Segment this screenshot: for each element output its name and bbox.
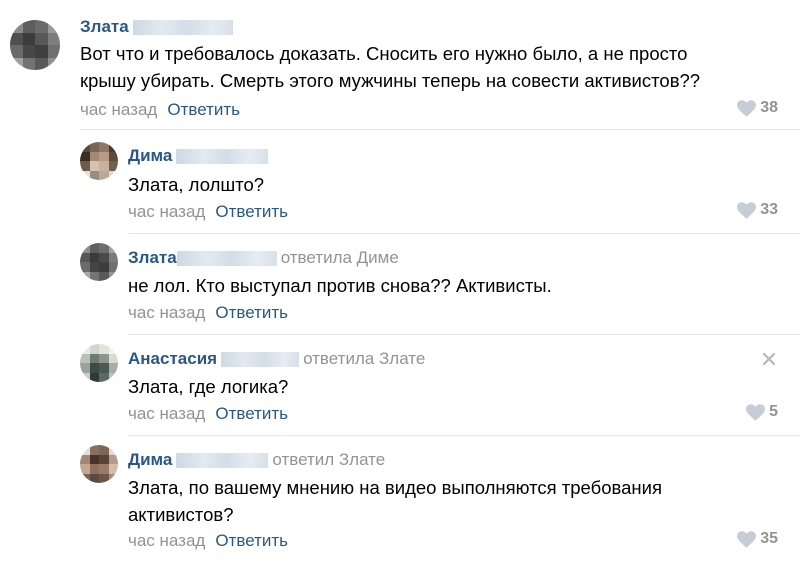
author-surname-blurred bbox=[176, 149, 269, 165]
like-button[interactable]: 35 bbox=[737, 530, 778, 548]
author-name[interactable]: Злата bbox=[128, 248, 177, 267]
comment-meta: час назад Ответить bbox=[80, 100, 240, 120]
comment-author[interactable]: Дима ответил Злате bbox=[128, 450, 385, 470]
reply-button[interactable]: Ответить bbox=[215, 531, 288, 550]
author-name[interactable]: Дима bbox=[128, 450, 172, 469]
like-button[interactable]: 38 bbox=[737, 99, 778, 117]
comment-text-line: Злата, лолшто? bbox=[128, 174, 265, 195]
comment-reply: Дима Злата, лолшто? час назад Ответить 33 bbox=[0, 130, 800, 234]
author-name[interactable]: Злата bbox=[80, 17, 129, 36]
comment-text: не лол. Кто выступал против снова?? Акти… bbox=[128, 272, 552, 299]
comment-reply: Анастасия ответила Злате Злата, где логик… bbox=[0, 336, 800, 436]
like-count: 35 bbox=[760, 530, 778, 547]
avatar[interactable] bbox=[80, 344, 118, 382]
close-icon[interactable] bbox=[762, 352, 776, 366]
like-count: 5 bbox=[769, 403, 778, 420]
reply-button[interactable]: Ответить bbox=[215, 404, 288, 423]
comment-author[interactable]: Дима bbox=[128, 146, 269, 166]
replied-to[interactable]: ответила Диме bbox=[281, 248, 399, 267]
heart-icon bbox=[737, 201, 757, 219]
author-name[interactable]: Анастасия bbox=[128, 349, 217, 368]
comment-author[interactable]: Анастасия ответила Злате bbox=[128, 349, 425, 369]
like-count: 33 bbox=[760, 201, 778, 218]
replied-to[interactable]: ответил Злате bbox=[272, 450, 385, 469]
author-surname-blurred bbox=[132, 20, 233, 36]
comment-text: Злата, где логика? bbox=[128, 373, 288, 400]
comment-time[interactable]: час назад bbox=[128, 404, 205, 423]
like-count: 38 bbox=[760, 99, 778, 116]
comment-text-line: активистов? bbox=[128, 504, 234, 525]
comment-text-line: Вот что и требовалось доказать. Сносить … bbox=[80, 43, 688, 64]
comment-meta: час назад Ответить bbox=[128, 202, 288, 222]
heart-icon bbox=[737, 530, 757, 548]
separator bbox=[128, 435, 800, 436]
comment-text-line: крышу убирать. Смерть этого мужчины тепе… bbox=[80, 70, 701, 91]
comment-text: Вот что и требовалось доказать. Сносить … bbox=[80, 40, 700, 94]
separator bbox=[128, 334, 800, 335]
author-surname-blurred bbox=[176, 453, 269, 469]
comment-meta: час назад Ответить bbox=[128, 303, 288, 323]
avatar[interactable] bbox=[10, 20, 60, 70]
comment-text-line: не лол. Кто выступал против снова?? Акти… bbox=[128, 275, 552, 296]
separator bbox=[128, 233, 800, 234]
author-name[interactable]: Дима bbox=[128, 146, 172, 165]
comment-time[interactable]: час назад bbox=[128, 303, 205, 322]
author-surname-blurred bbox=[221, 352, 300, 368]
comment-author[interactable]: Злата bbox=[80, 17, 233, 37]
comment: Злата Вот что и требовалось доказать. Сн… bbox=[0, 0, 800, 130]
comment-text: Злата, по вашему мнению на видео выполня… bbox=[128, 474, 662, 528]
comment-time[interactable]: час назад bbox=[80, 100, 157, 119]
comment-time[interactable]: час назад bbox=[128, 531, 205, 550]
comment-meta: час назад Ответить bbox=[128, 404, 288, 424]
avatar[interactable] bbox=[80, 445, 118, 483]
reply-button[interactable]: Ответить bbox=[215, 202, 288, 221]
heart-icon bbox=[746, 403, 766, 421]
heart-icon bbox=[737, 99, 757, 117]
reply-button[interactable]: Ответить bbox=[167, 100, 240, 119]
avatar[interactable] bbox=[80, 142, 118, 180]
comment-author[interactable]: Злата ответила Диме bbox=[128, 248, 399, 268]
comment-text-line: Злата, где логика? bbox=[128, 376, 289, 397]
avatar[interactable] bbox=[80, 243, 118, 281]
replied-to[interactable]: ответила Злате bbox=[303, 349, 425, 368]
comment-text: Злата, лолшто? bbox=[128, 171, 264, 198]
comment-meta: час назад Ответить bbox=[128, 531, 288, 551]
comment-reply: Дима ответил Злате Злата, по вашему мнени… bbox=[0, 437, 800, 565]
like-button[interactable]: 5 bbox=[746, 403, 778, 421]
comment-reply: Злата ответила Диме не лол. Кто выступал … bbox=[0, 235, 800, 335]
like-button[interactable]: 33 bbox=[737, 201, 778, 219]
reply-button[interactable]: Ответить bbox=[215, 303, 288, 322]
comment-text-line: Злата, по вашему мнению на видео выполня… bbox=[128, 477, 662, 498]
author-surname-blurred bbox=[176, 251, 277, 267]
comment-time[interactable]: час назад bbox=[128, 202, 205, 221]
